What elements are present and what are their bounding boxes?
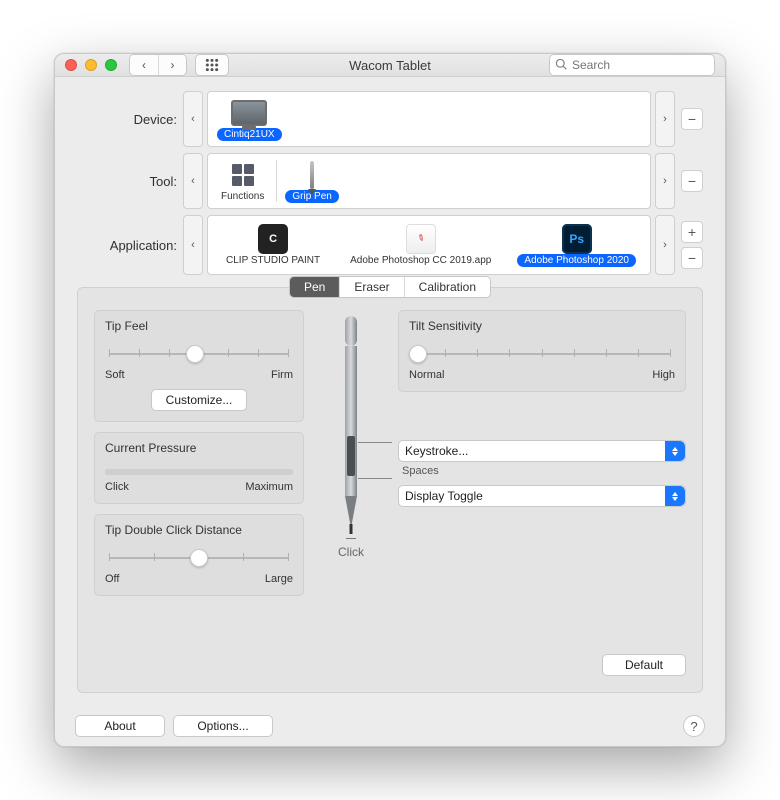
application-list: C CLIP STUDIO PAINT ✎ Adobe Photoshop CC… — [207, 215, 651, 275]
monitor-icon — [231, 100, 267, 126]
tab-pen[interactable]: Pen — [290, 277, 339, 297]
tip-feel-min: Soft — [105, 369, 125, 381]
minimize-icon[interactable] — [85, 59, 97, 71]
app-scroll-left[interactable]: ‹ — [183, 215, 203, 275]
device-label: Device: — [77, 112, 183, 127]
app-remove-button[interactable]: − — [681, 247, 703, 269]
tab-calibration[interactable]: Calibration — [404, 277, 490, 297]
search-icon — [555, 58, 568, 71]
pen-button1-popup[interactable]: Keystroke... — [398, 440, 686, 462]
photoshop-icon: Ps — [562, 224, 592, 254]
tip-feel-title: Tip Feel — [105, 319, 293, 333]
search-input[interactable] — [549, 54, 715, 76]
pen-icon — [310, 161, 314, 189]
tool-item-label: Functions — [217, 190, 268, 203]
pressure-min: Click — [105, 481, 129, 493]
help-button[interactable]: ? — [683, 715, 705, 737]
app-item-ps2020[interactable]: Ps Adobe Photoshop 2020 — [511, 219, 642, 271]
tool-label: Tool: — [77, 174, 183, 189]
tab-bar: Pen Eraser Calibration — [289, 276, 491, 298]
device-remove-button[interactable]: − — [681, 108, 703, 130]
content-area: Device: ‹ Cintiq21UX › − Tool: ‹ Functio… — [55, 77, 725, 705]
back-button[interactable]: ‹ — [130, 55, 158, 75]
tilt-max: High — [652, 369, 675, 381]
default-button[interactable]: Default — [602, 654, 686, 676]
tool-item-functions[interactable]: Functions — [211, 157, 274, 205]
about-button[interactable]: About — [75, 715, 165, 737]
app-item-label: Adobe Photoshop 2020 — [517, 254, 636, 267]
nav-back-forward: ‹ › — [129, 54, 187, 76]
tip-feel-group: Tip Feel Soft Firm Customize... — [94, 310, 304, 422]
tilt-min: Normal — [409, 369, 444, 381]
window-controls — [65, 59, 117, 71]
preferences-window: ‹ › Wacom Tablet Device: ‹ Cintiq21UX › — [54, 53, 726, 747]
app-item-label: CLIP STUDIO PAINT — [222, 254, 324, 267]
device-item-cintiq[interactable]: Cintiq21UX — [211, 95, 288, 143]
app-scroll-right[interactable]: › — [655, 215, 675, 275]
divider — [276, 160, 277, 202]
tilt-title: Tilt Sensitivity — [409, 319, 675, 333]
popup-value: Keystroke... — [405, 444, 468, 458]
device-list: Cintiq21UX — [207, 91, 651, 147]
show-all-button[interactable] — [195, 54, 229, 76]
device-scroll-right[interactable]: › — [655, 91, 675, 147]
tab-eraser[interactable]: Eraser — [339, 277, 403, 297]
app-item-clipstudio[interactable]: C CLIP STUDIO PAINT — [216, 219, 330, 271]
pen-illustration: Click — [322, 310, 380, 606]
tool-scroll-left[interactable]: ‹ — [183, 153, 203, 209]
pressure-title: Current Pressure — [105, 441, 293, 455]
double-click-title: Tip Double Click Distance — [105, 523, 293, 537]
tool-item-grip-pen[interactable]: Grip Pen — [279, 157, 344, 205]
pressure-max: Maximum — [245, 481, 293, 493]
double-click-min: Off — [105, 573, 119, 585]
customize-button[interactable]: Customize... — [151, 389, 248, 411]
tilt-group: Tilt Sensitivity Normal High — [398, 310, 686, 392]
tip-feel-max: Firm — [271, 369, 293, 381]
device-scroll-left[interactable]: ‹ — [183, 91, 203, 147]
application-row: Application: ‹ C CLIP STUDIO PAINT ✎ Ado… — [77, 215, 703, 275]
tilt-slider[interactable] — [409, 343, 675, 367]
pressure-meter — [105, 469, 293, 475]
app-item-ps2019[interactable]: ✎ Adobe Photoshop CC 2019.app — [340, 219, 501, 271]
photoshop2019-icon: ✎ — [406, 224, 436, 254]
forward-button[interactable]: › — [158, 55, 186, 75]
functions-icon — [232, 164, 254, 186]
chevron-updown-icon — [665, 486, 685, 506]
tool-remove-button[interactable]: − — [681, 170, 703, 192]
pen-button1-sublabel: Spaces — [402, 465, 686, 477]
clipstudio-icon: C — [258, 224, 288, 254]
tool-row: Tool: ‹ Functions Grip Pen › − — [77, 153, 703, 209]
options-button[interactable]: Options... — [173, 715, 273, 737]
pen-tip-label: Click — [338, 545, 364, 559]
grid-icon — [205, 58, 219, 72]
close-icon[interactable] — [65, 59, 77, 71]
app-add-button[interactable]: + — [681, 221, 703, 243]
double-click-slider[interactable] — [105, 547, 293, 571]
chevron-updown-icon — [665, 441, 685, 461]
search-field-wrap — [549, 54, 715, 76]
tool-scroll-right[interactable]: › — [655, 153, 675, 209]
double-click-max: Large — [265, 573, 293, 585]
application-label: Application: — [77, 238, 183, 253]
pen-button2-popup[interactable]: Display Toggle — [398, 485, 686, 507]
zoom-icon[interactable] — [105, 59, 117, 71]
tool-list: Functions Grip Pen — [207, 153, 651, 209]
tip-feel-slider[interactable] — [105, 343, 293, 367]
popup-value: Display Toggle — [405, 489, 483, 503]
footer: About Options... ? — [55, 705, 725, 747]
titlebar: ‹ › Wacom Tablet — [55, 54, 725, 77]
app-item-label: Adobe Photoshop CC 2019.app — [346, 254, 495, 267]
settings-panel: Pen Eraser Calibration Tip Feel Soft — [77, 287, 703, 693]
device-row: Device: ‹ Cintiq21UX › − — [77, 91, 703, 147]
pressure-group: Current Pressure Click Maximum — [94, 432, 304, 504]
double-click-group: Tip Double Click Distance Off Large — [94, 514, 304, 596]
pen-graphic-icon — [336, 316, 366, 536]
